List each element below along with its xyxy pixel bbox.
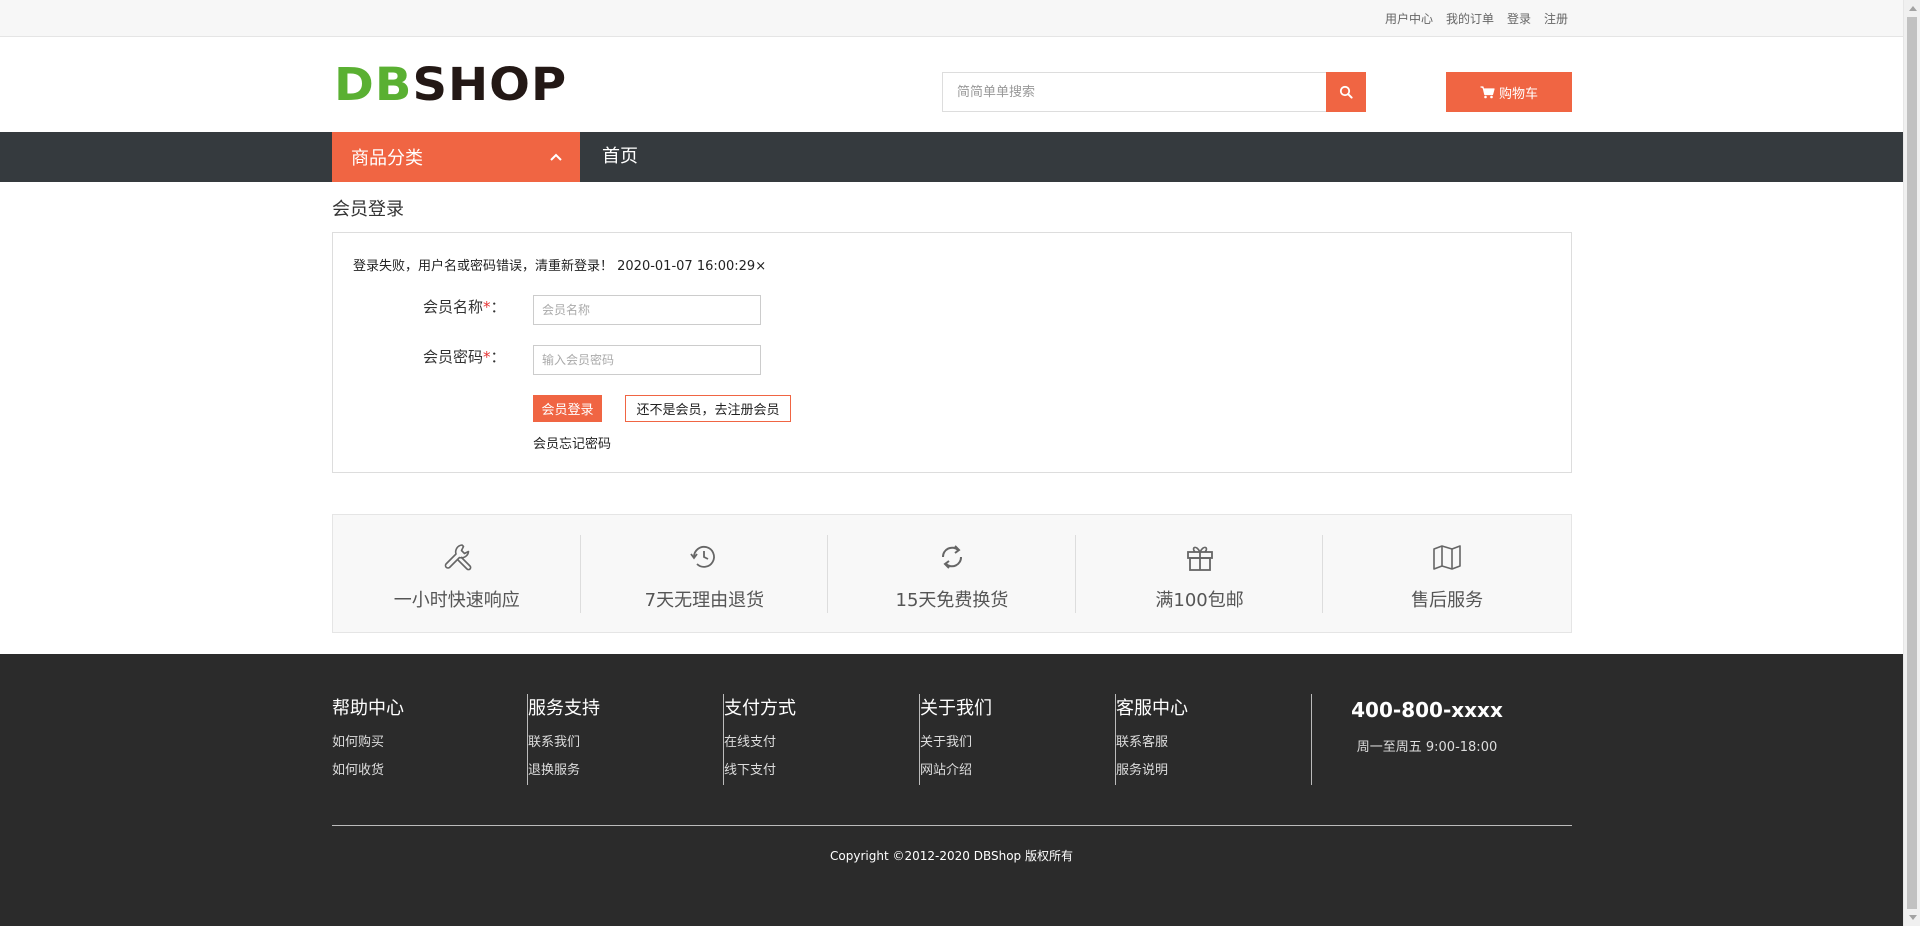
category-label: 商品分类 bbox=[351, 148, 423, 169]
footer-col-title: 支付方式 bbox=[724, 698, 796, 719]
chevron-up-icon bbox=[550, 153, 562, 161]
feature-item: 15天免费换货 bbox=[828, 515, 1076, 632]
footer-link[interactable]: 在线支付 bbox=[724, 731, 919, 750]
register-link[interactable]: 注册 bbox=[1544, 10, 1568, 27]
site-logo[interactable]: DBSHOP bbox=[334, 62, 567, 108]
feature-label: 一小时快速响应 bbox=[393, 590, 520, 611]
map-icon bbox=[1433, 545, 1461, 570]
top-links: 用户中心 我的订单 登录 注册 bbox=[1385, 10, 1568, 27]
feature-label: 售后服务 bbox=[1411, 590, 1484, 611]
refresh-icon bbox=[941, 545, 962, 569]
footer-link[interactable]: 联系我们 bbox=[528, 731, 723, 750]
footer-col-title: 帮助中心 bbox=[332, 698, 404, 719]
footer-col-help: 帮助中心 如何购买 如何收货 bbox=[332, 694, 528, 785]
required-mark: * bbox=[483, 348, 491, 366]
footer-contact: 400-800-xxxx 周一至周五 9:00-18:00 bbox=[1282, 694, 1572, 755]
scroll-up-arrow-icon[interactable] bbox=[1904, 0, 1920, 17]
cart-icon bbox=[1480, 85, 1495, 98]
footer-link[interactable]: 关于我们 bbox=[920, 731, 1115, 750]
header: DBSHOP 购物车 bbox=[0, 37, 1903, 132]
footer-link[interactable]: 如何购买 bbox=[332, 731, 527, 750]
login-link[interactable]: 登录 bbox=[1507, 10, 1531, 27]
footer-link[interactable]: 网站介绍 bbox=[920, 759, 1115, 778]
wrench-icon bbox=[444, 544, 472, 571]
cart-label: 购物车 bbox=[1498, 85, 1538, 101]
cart-button[interactable]: 购物车 bbox=[1446, 72, 1572, 112]
feature-item: 一小时快速响应 bbox=[333, 515, 581, 632]
feature-label: 7天无理由退货 bbox=[644, 590, 765, 611]
search-bar bbox=[942, 72, 1366, 112]
search-icon bbox=[1339, 85, 1353, 99]
search-button[interactable] bbox=[1326, 72, 1366, 112]
login-button[interactable]: 会员登录 bbox=[533, 395, 602, 422]
nav-home-link[interactable]: 首页 bbox=[602, 132, 638, 182]
footer-col-title: 关于我们 bbox=[920, 698, 992, 719]
username-label: 会员名称*： bbox=[423, 296, 506, 317]
feature-item: 满100包邮 bbox=[1076, 515, 1324, 632]
top-bar: 用户中心 我的订单 登录 注册 bbox=[0, 0, 1903, 37]
password-label: 会员密码*： bbox=[423, 346, 506, 367]
scroll-thumb[interactable] bbox=[1907, 17, 1917, 909]
forgot-password-link[interactable]: 会员忘记密码 bbox=[533, 433, 611, 452]
feature-label: 15天免费换货 bbox=[895, 590, 1009, 611]
footer-link[interactable]: 退换服务 bbox=[528, 759, 723, 778]
search-input[interactable] bbox=[942, 72, 1326, 112]
footer-divider bbox=[332, 825, 1572, 826]
feature-label: 满100包邮 bbox=[1155, 590, 1244, 611]
username-input[interactable] bbox=[533, 295, 761, 325]
footer-col-payment: 支付方式 在线支付 线下支付 bbox=[724, 694, 920, 785]
footer-col-title: 服务支持 bbox=[528, 698, 600, 719]
service-hours: 周一至周五 9:00-18:00 bbox=[1356, 740, 1498, 755]
history-icon bbox=[690, 545, 716, 568]
service-features: 一小时快速响应 7天无理由退货 15天免费换货 满100包邮 售后服务 bbox=[332, 514, 1572, 633]
register-button[interactable]: 还不是会员，去注册会员 bbox=[625, 395, 791, 422]
feature-item: 7天无理由退货 bbox=[581, 515, 829, 632]
login-panel: 登录失败，用户名或密码错误，清重新登录！ 2020-01-07 16:00:29… bbox=[332, 232, 1572, 473]
footer-link[interactable]: 线下支付 bbox=[724, 759, 919, 778]
page-title: 会员登录 bbox=[332, 199, 404, 220]
footer-link[interactable]: 服务说明 bbox=[1116, 759, 1311, 778]
label-colon: ： bbox=[490, 348, 506, 366]
copyright: Copyright ©2012-2020 DBShop 版权所有 bbox=[830, 849, 1073, 863]
footer: 帮助中心 如何购买 如何收货 服务支持 联系我们 退换服务 支付方式 在线支付 … bbox=[0, 654, 1903, 926]
category-menu[interactable]: 商品分类 bbox=[332, 132, 580, 182]
scroll-down-arrow-icon[interactable] bbox=[1904, 909, 1920, 926]
footer-link[interactable]: 如何收货 bbox=[332, 759, 527, 778]
phone-number: 400-800-xxxx bbox=[1351, 698, 1503, 722]
gift-icon bbox=[1186, 546, 1213, 571]
page-scrollbar[interactable] bbox=[1903, 0, 1920, 926]
password-label-text: 会员密码 bbox=[423, 348, 484, 366]
footer-col-about: 关于我们 关于我们 网站介绍 bbox=[920, 694, 1116, 785]
logo-shop: SHOP bbox=[412, 58, 568, 112]
logo-db: DB bbox=[334, 58, 413, 112]
error-message: 登录失败，用户名或密码错误，清重新登录！ 2020-01-07 16:00:29… bbox=[353, 259, 767, 274]
username-label-text: 会员名称 bbox=[423, 298, 484, 316]
my-orders-link[interactable]: 我的订单 bbox=[1446, 10, 1494, 27]
user-center-link[interactable]: 用户中心 bbox=[1385, 10, 1433, 27]
label-colon: ： bbox=[490, 298, 506, 316]
feature-item: 售后服务 bbox=[1323, 515, 1571, 632]
footer-col-service: 服务支持 联系我们 退换服务 bbox=[528, 694, 724, 785]
password-input[interactable] bbox=[533, 345, 761, 375]
required-mark: * bbox=[483, 298, 491, 316]
main-nav: 商品分类 首页 bbox=[0, 132, 1903, 182]
